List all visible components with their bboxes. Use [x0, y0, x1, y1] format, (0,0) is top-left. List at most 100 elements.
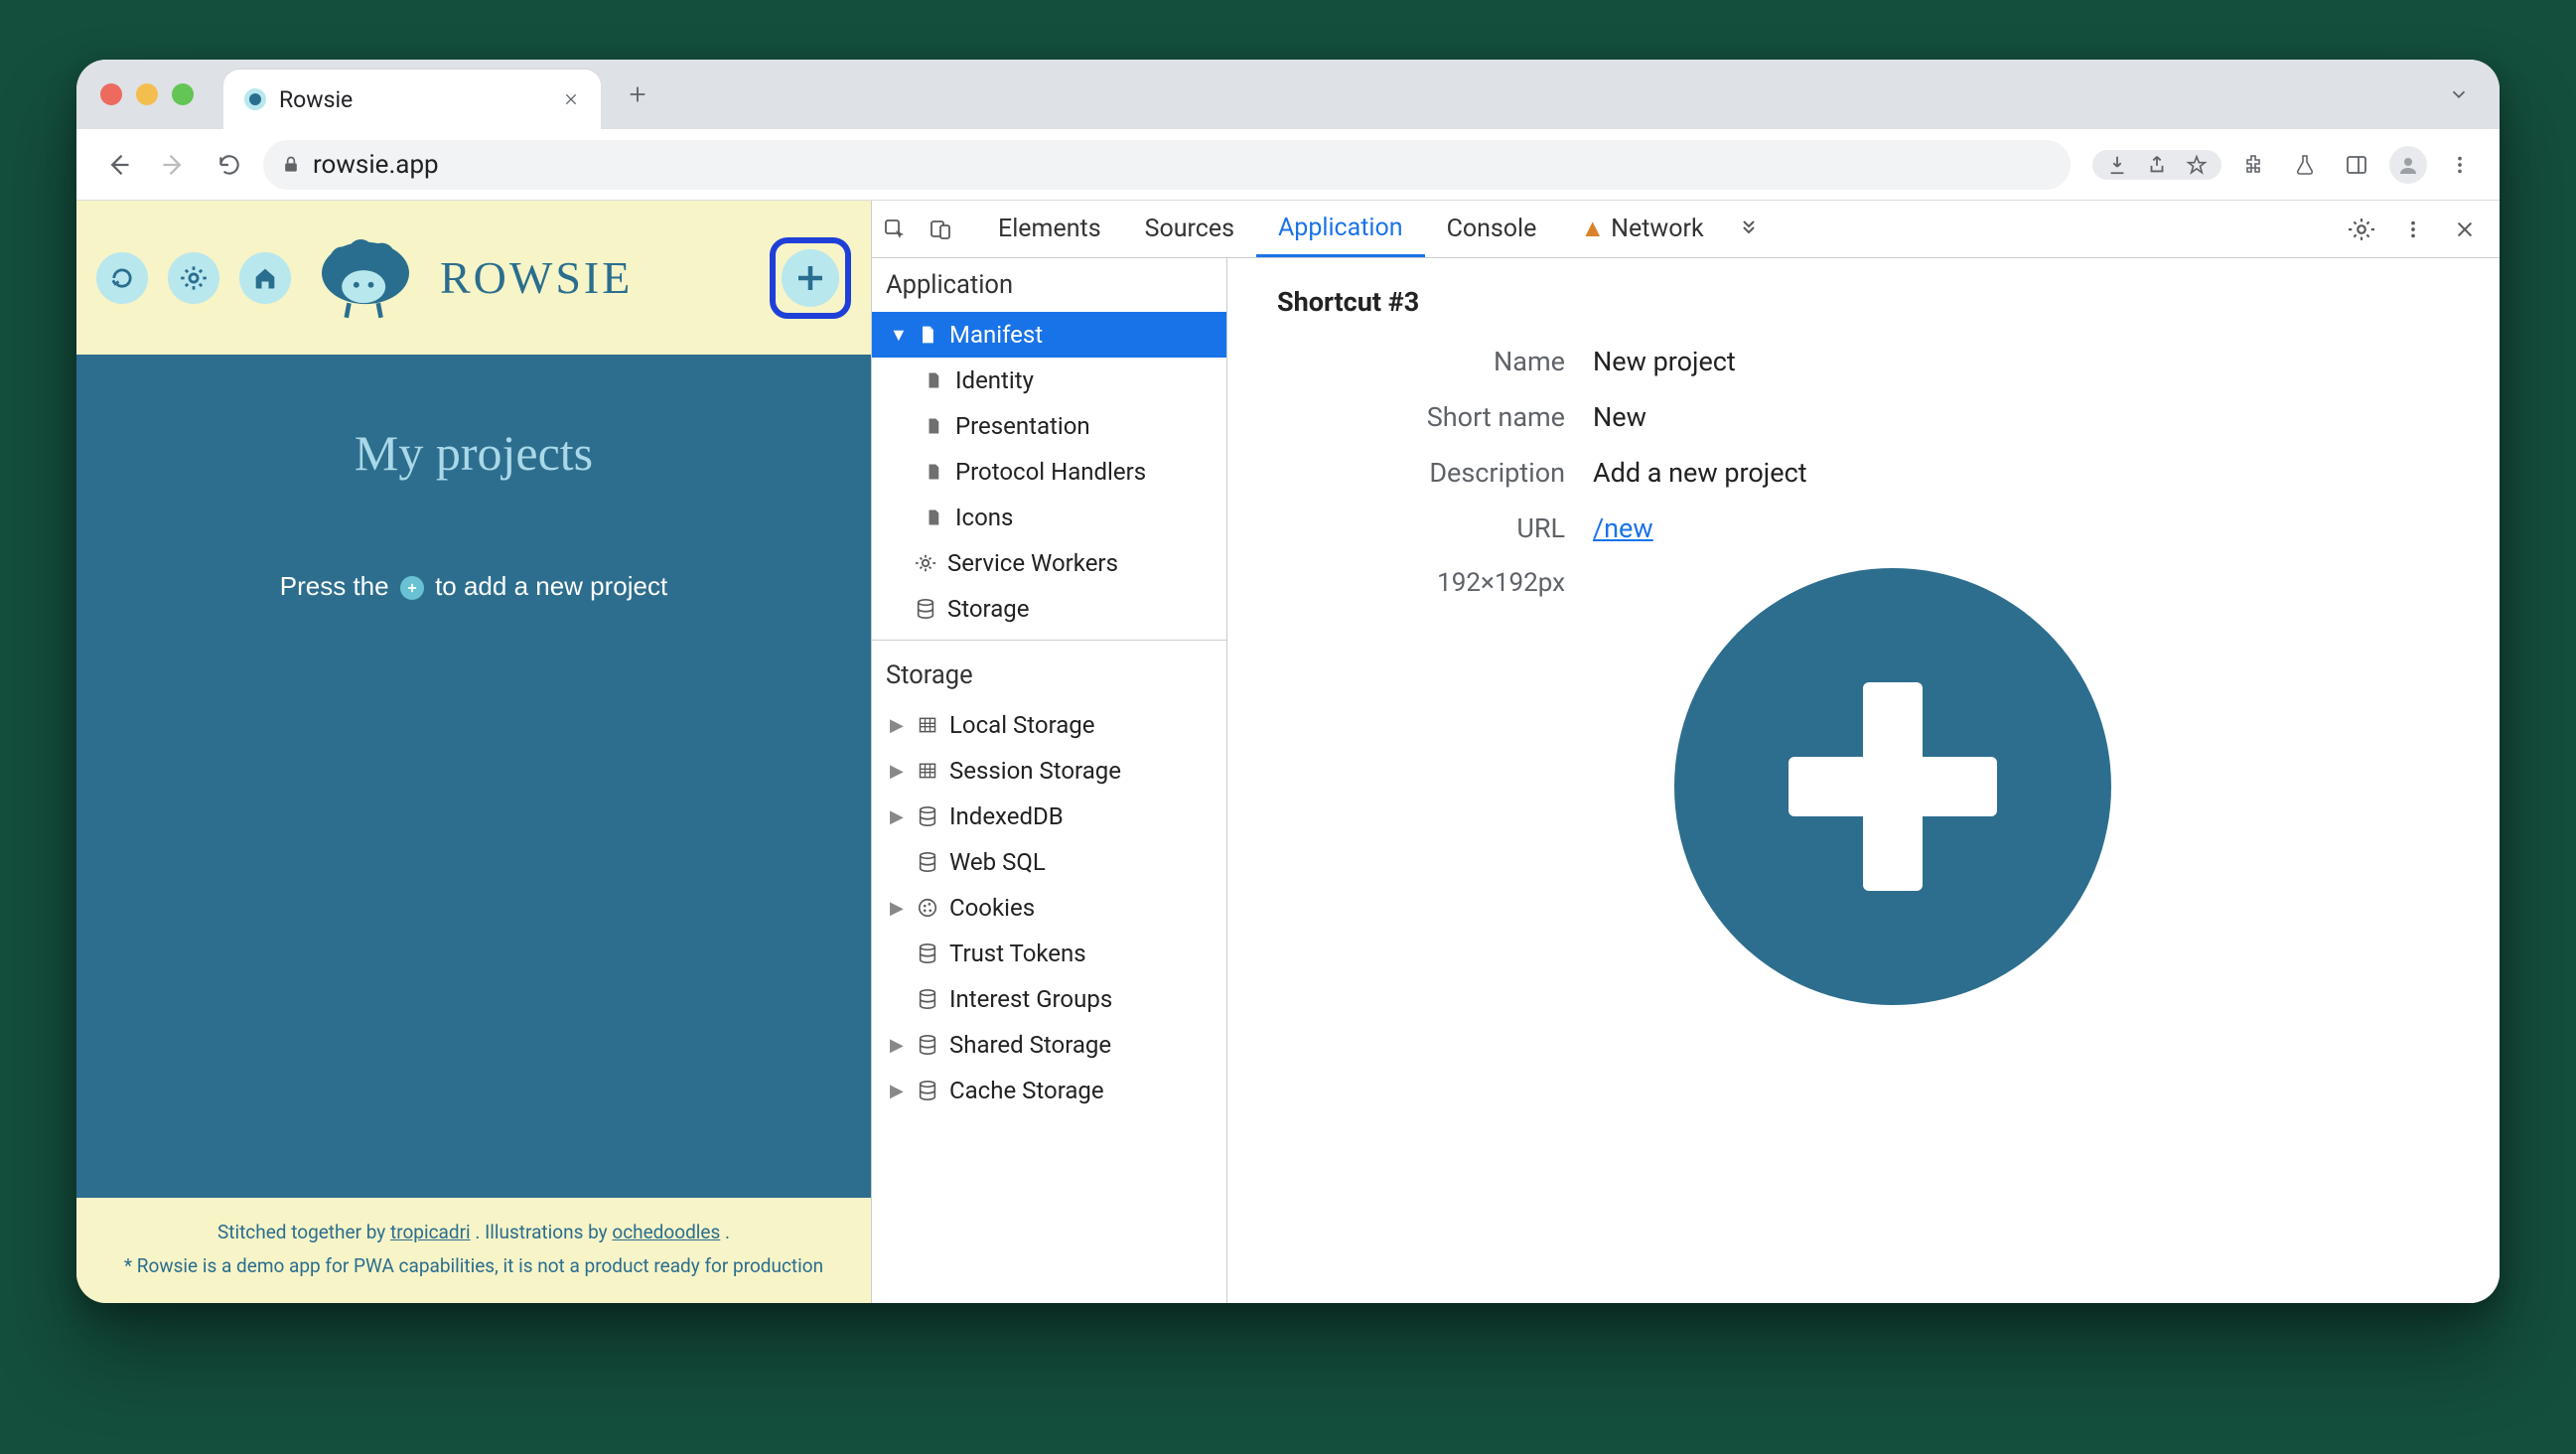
tab-application[interactable]: Application	[1256, 201, 1425, 257]
shortcut-title: Shortcut #3	[1277, 286, 2450, 318]
file-icon	[922, 368, 945, 392]
warning-icon: ▲	[1580, 215, 1605, 243]
extensions-icon[interactable]	[2233, 145, 2273, 185]
side-panel-icon[interactable]	[2337, 145, 2376, 185]
page-content: ROWSIE My projects Press the to add a ne…	[76, 201, 871, 1303]
cookie-icon	[916, 896, 939, 920]
table-icon	[916, 759, 939, 783]
highlighted-add-button[interactable]	[770, 237, 851, 319]
tree-item-identity[interactable]: Identity	[872, 358, 1226, 403]
value-url-link[interactable]: /new	[1593, 512, 1653, 544]
icon-dimensions: 192×192px	[1277, 568, 1565, 598]
share-icon[interactable]	[2146, 154, 2168, 176]
label-name: Name	[1277, 346, 1565, 377]
maximize-window-icon[interactable]	[172, 83, 194, 105]
tree-item-cookies[interactable]: ▶ Cookies	[872, 885, 1226, 931]
tree-item-presentation[interactable]: Presentation	[872, 403, 1226, 449]
plus-icon	[1789, 682, 1997, 891]
mascot-icon	[311, 230, 420, 325]
file-icon	[916, 323, 939, 347]
file-icon	[922, 460, 945, 484]
settings-icon[interactable]	[168, 252, 219, 304]
value-shortname: New	[1593, 401, 1646, 433]
tab-elements[interactable]: Elements	[976, 201, 1123, 257]
tree-item-shared-storage[interactable]: ▶ Shared Storage	[872, 1022, 1226, 1068]
omnibox-chip	[2092, 150, 2221, 180]
value-name: New project	[1593, 346, 1736, 377]
tree-item-websql[interactable]: Web SQL	[872, 839, 1226, 885]
new-tab-button[interactable]	[619, 79, 656, 109]
database-icon	[916, 1079, 939, 1102]
back-button[interactable]	[96, 143, 140, 187]
tab-sources[interactable]: Sources	[1123, 201, 1256, 257]
database-icon	[916, 850, 939, 874]
profile-avatar[interactable]	[2388, 145, 2428, 185]
empty-prompt: Press the to add a new project	[280, 571, 667, 602]
tree-item-indexeddb[interactable]: ▶ IndexedDB	[872, 794, 1226, 839]
browser-tab[interactable]: Rowsie	[223, 70, 601, 129]
tab-list-button[interactable]	[2448, 83, 2500, 105]
install-icon[interactable]	[2106, 154, 2128, 176]
shortcut-icon-preview	[1674, 568, 2111, 1005]
file-icon	[922, 414, 945, 438]
app-footer: Stitched together by tropicadri . Illust…	[76, 1198, 871, 1303]
tree-item-interest-groups[interactable]: Interest Groups	[872, 976, 1226, 1022]
device-toggle-icon[interactable]	[918, 218, 963, 241]
page-title: My projects	[355, 424, 593, 482]
labs-icon[interactable]	[2285, 145, 2325, 185]
url-input[interactable]: rowsie.app	[263, 140, 2071, 190]
tab-title: Rowsie	[279, 86, 559, 113]
tree-item-service-workers[interactable]: Service Workers	[872, 540, 1226, 586]
devtools-tabs: Elements Sources Application Console ▲ N…	[872, 201, 2500, 258]
value-description: Add a new project	[1593, 457, 1807, 489]
devtools-menu-icon[interactable]	[2390, 218, 2436, 240]
file-icon	[922, 506, 945, 529]
tree-item-local-storage[interactable]: ▶ Local Storage	[872, 702, 1226, 748]
browser-menu-icon[interactable]	[2440, 145, 2480, 185]
window-controls	[100, 83, 194, 105]
favicon-icon	[243, 87, 267, 111]
database-icon	[916, 942, 939, 965]
devtools-settings-icon[interactable]	[2339, 217, 2384, 242]
wordmark: ROWSIE	[440, 251, 633, 304]
home-icon[interactable]	[239, 252, 291, 304]
devtools-close-icon[interactable]	[2442, 218, 2488, 240]
app-header: ROWSIE	[76, 201, 871, 355]
illustrator-link[interactable]: ochedoodles	[612, 1221, 720, 1243]
disclaimer: * Rowsie is a demo app for PWA capabilit…	[86, 1249, 861, 1283]
table-icon	[916, 713, 939, 737]
gear-icon	[914, 551, 937, 575]
application-tree: Application ▼ Manifest Identity Presenta…	[872, 258, 1227, 1303]
inspect-icon[interactable]	[872, 218, 918, 241]
devtools: Elements Sources Application Console ▲ N…	[871, 201, 2500, 1303]
tree-section-application: Application	[872, 258, 1226, 312]
tab-console[interactable]: Console	[1425, 201, 1559, 257]
label-url: URL	[1277, 512, 1565, 544]
tab-network[interactable]: ▲ Network	[1558, 201, 1725, 257]
tree-item-storage[interactable]: Storage	[872, 586, 1226, 632]
tab-strip: Rowsie	[76, 60, 2500, 129]
author-link[interactable]: tropicadri	[390, 1221, 471, 1243]
refresh-icon[interactable]	[96, 252, 148, 304]
tree-item-session-storage[interactable]: ▶ Session Storage	[872, 748, 1226, 794]
tree-item-cache-storage[interactable]: ▶ Cache Storage	[872, 1068, 1226, 1113]
close-window-icon[interactable]	[100, 83, 122, 105]
tree-item-trust-tokens[interactable]: Trust Tokens	[872, 931, 1226, 976]
database-icon	[916, 1033, 939, 1057]
database-icon	[914, 597, 937, 621]
inline-plus-icon	[400, 576, 424, 600]
reload-button[interactable]	[208, 143, 251, 187]
more-tabs-icon[interactable]	[1726, 201, 1772, 257]
plus-icon	[782, 249, 839, 307]
minimize-window-icon[interactable]	[136, 83, 158, 105]
label-description: Description	[1277, 457, 1565, 489]
tree-item-icons[interactable]: Icons	[872, 495, 1226, 540]
database-icon	[916, 987, 939, 1011]
tree-item-manifest[interactable]: ▼ Manifest	[872, 312, 1226, 358]
bookmark-icon[interactable]	[2186, 154, 2208, 176]
tree-item-protocol[interactable]: Protocol Handlers	[872, 449, 1226, 495]
lock-icon	[281, 155, 301, 175]
close-tab-icon[interactable]	[559, 87, 583, 111]
label-shortname: Short name	[1277, 401, 1565, 433]
forward-button	[152, 143, 196, 187]
